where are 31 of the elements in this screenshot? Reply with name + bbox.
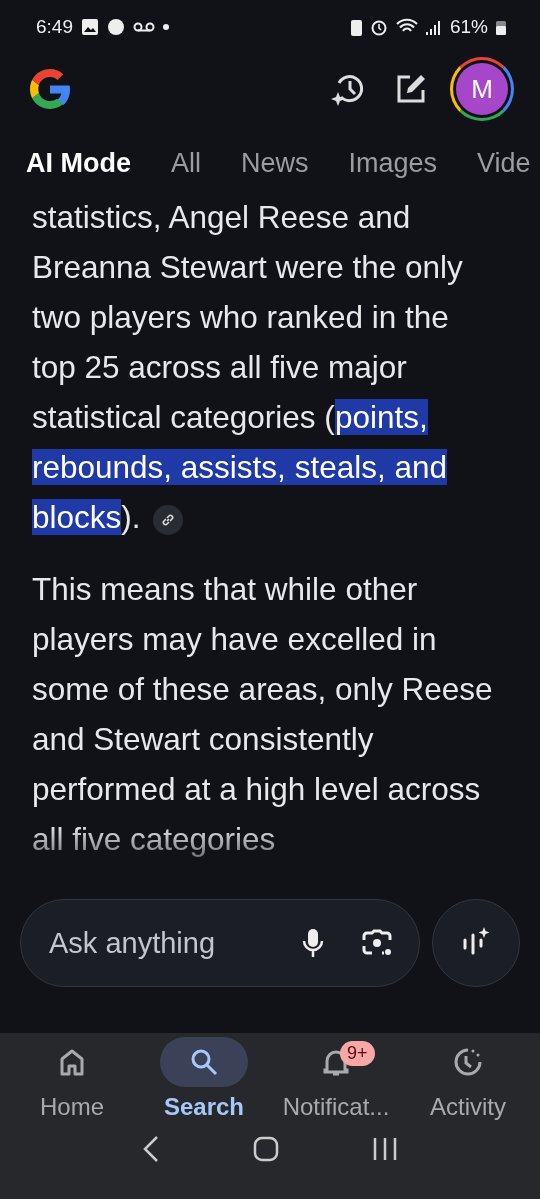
lens-icon[interactable]	[361, 928, 393, 958]
battery-icon	[496, 19, 506, 35]
link-icon[interactable]	[152, 504, 183, 535]
recent-apps-icon[interactable]	[371, 1136, 398, 1162]
home-button-icon[interactable]	[253, 1136, 279, 1162]
tab[interactable]: AI Mode	[26, 142, 131, 184]
clock: 6:49	[36, 16, 73, 38]
microphone-icon[interactable]	[301, 927, 325, 959]
battery-saver-icon	[350, 18, 362, 36]
tab[interactable]: All	[171, 142, 201, 184]
notification-badge: 9+	[340, 1041, 375, 1066]
gallery-icon	[81, 18, 99, 36]
tab[interactable]: News	[241, 142, 309, 184]
nav-tab[interactable]: Activity	[402, 1037, 534, 1121]
nav-tab[interactable]: Search	[138, 1037, 270, 1121]
voicemail-icon	[133, 21, 155, 33]
back-icon[interactable]	[142, 1135, 161, 1163]
alarm-icon	[369, 18, 388, 36]
nav-tab[interactable]: 9+ Notificat...	[270, 1037, 402, 1121]
ask-field[interactable]: Ask anything	[47, 925, 265, 961]
tab[interactable]: Images	[348, 142, 438, 184]
app-notification-icon	[107, 18, 125, 36]
activity-icon	[453, 1047, 483, 1077]
battery-percentage: 61%	[449, 16, 488, 38]
nav-tab[interactable]: Home	[6, 1037, 138, 1121]
search-icon	[189, 1047, 219, 1077]
tab[interactable]: Vide	[477, 142, 531, 184]
account-avatar[interactable]: M	[450, 57, 514, 121]
signal-icon	[425, 19, 442, 35]
answer-paragraph: This means that while other players may have excelled in some of these areas, only Reese and Stewart consistently performed at a high level across all five categories	[32, 570, 494, 859]
dot-icon	[163, 24, 169, 30]
